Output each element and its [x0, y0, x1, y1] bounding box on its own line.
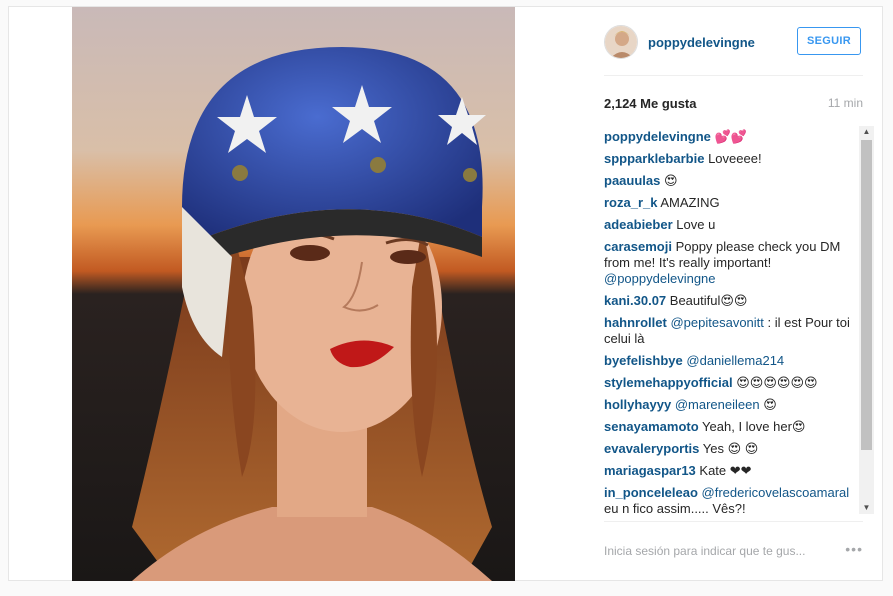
post-time[interactable]: 11 min: [828, 96, 863, 110]
comment-item: stylemehappyofficial 😍😍😍😍😍😍: [604, 373, 854, 395]
comment-text: 😍😍😍😍😍😍: [736, 375, 818, 390]
comment-username[interactable]: evavaleryportis: [604, 441, 699, 456]
comment-item: sppparklebarbie Loveeee!: [604, 149, 854, 171]
comment-username[interactable]: mariagaspar13: [604, 463, 696, 478]
comment-mention[interactable]: @fredericovelascoamaral: [702, 485, 850, 500]
comment-text: Kate ❤❤: [699, 463, 752, 478]
comment-username[interactable]: paauulas: [604, 173, 660, 188]
comment-username[interactable]: sppparklebarbie: [604, 151, 704, 166]
comment-mention[interactable]: @daniellema214: [686, 353, 784, 368]
avatar[interactable]: [604, 25, 638, 59]
comment-username[interactable]: in_ponceleleao: [604, 485, 698, 500]
comment-mention[interactable]: @poppydelevingne: [604, 271, 716, 286]
comment-username[interactable]: adeabieber: [604, 217, 673, 232]
comment-item: poppydelevingne 💕💕: [604, 127, 854, 149]
comment-text: Loveeee!: [708, 151, 762, 166]
post-card: poppydelevingne SEGUIR 2,124 Me gusta 11…: [8, 6, 883, 581]
comment-item: hollyhayyy @mareneileen 😍: [604, 395, 854, 417]
comment-username[interactable]: stylemehappyofficial: [604, 375, 733, 390]
comment-username[interactable]: hahnrollet: [604, 315, 667, 330]
comment-mention[interactable]: @mareneileen: [675, 397, 760, 412]
post-sidebar: poppydelevingne SEGUIR 2,124 Me gusta 11…: [604, 7, 863, 581]
comment-item: in_ponceleleao @fredericovelascoamaral e…: [604, 483, 854, 519]
comment-item: evavaleryportis Yes 😍 😍: [604, 439, 854, 461]
follow-button[interactable]: SEGUIR: [797, 27, 861, 55]
comment-username[interactable]: carasemoji: [604, 239, 672, 254]
photo-illustration: [72, 7, 515, 581]
comment-item: adeabieber Love u: [604, 215, 854, 237]
comment-text: 💕💕: [714, 129, 747, 144]
comment-text: Beautiful😍😍: [669, 293, 748, 308]
scroll-up-arrow-icon[interactable]: ▲: [859, 126, 874, 138]
comment-username[interactable]: poppydelevingne: [604, 129, 711, 144]
comment-text: Yes 😍 😍: [702, 441, 759, 456]
comments-scrollbar[interactable]: ▲ ▼: [859, 126, 874, 514]
post-header: poppydelevingne SEGUIR: [604, 23, 863, 63]
comment-text: eu n fico assim..... Vês?!: [604, 501, 746, 516]
comment-username[interactable]: byefelishbye: [604, 353, 683, 368]
post-photo[interactable]: [72, 7, 515, 581]
login-hint[interactable]: Inicia sesión para indicar que te gus...: [604, 544, 829, 558]
comment-text: Yeah, I love her😍: [702, 419, 806, 434]
comment-mention[interactable]: @pepitesavonitt: [670, 315, 763, 330]
comment-username[interactable]: roza_r_k: [604, 195, 657, 210]
comment-item: carasemoji Poppy please check you DM fro…: [604, 237, 854, 291]
comment-text: 😍: [763, 397, 777, 412]
post-username[interactable]: poppydelevingne: [648, 35, 755, 50]
comment-item: paauulas 😍: [604, 171, 854, 193]
likes-count[interactable]: 2,124 Me gusta: [604, 96, 697, 111]
comment-text: Love u: [676, 217, 716, 232]
more-options-button[interactable]: •••: [845, 541, 863, 557]
comment-item: roza_r_k AMAZING: [604, 193, 854, 215]
comment-text: AMAZING: [660, 195, 720, 210]
comment-item: senayamamoto Yeah, I love her😍: [604, 417, 854, 439]
footer-divider: [604, 521, 863, 522]
comment-item: mariagaspar13 Kate ❤❤: [604, 461, 854, 483]
comment-username[interactable]: senayamamoto: [604, 419, 699, 434]
comment-item: kani.30.07 Beautiful😍😍: [604, 291, 854, 313]
comment-username[interactable]: kani.30.07: [604, 293, 666, 308]
comment-item: byefelishbye @daniellema214: [604, 351, 854, 373]
comment-list: poppydelevingne 💕💕 sppparklebarbie Lovee…: [604, 127, 854, 519]
scroll-down-arrow-icon[interactable]: ▼: [859, 502, 874, 514]
header-divider: [604, 75, 863, 76]
comment-text: 😍: [663, 173, 678, 188]
scroll-thumb[interactable]: [861, 140, 872, 450]
comment-item: hahnrollet @pepitesavonitt : il est Pour…: [604, 313, 854, 351]
comment-username[interactable]: hollyhayyy: [604, 397, 671, 412]
